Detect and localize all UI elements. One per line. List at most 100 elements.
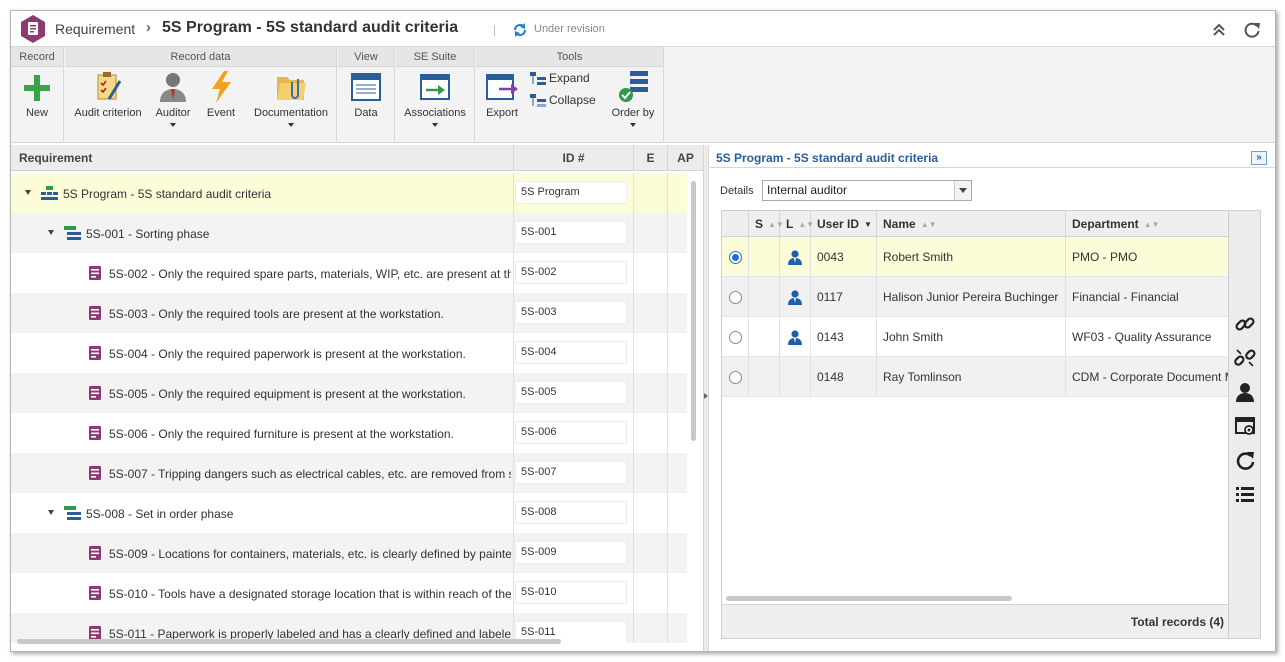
audit-criterion-icon: [97, 72, 122, 100]
horizontal-scrollbar[interactable]: [17, 639, 561, 644]
order-by-icon: [619, 71, 648, 102]
refresh-grid-icon[interactable]: [1234, 449, 1256, 471]
main-window: Requirement › 5S Program - 5S standard a…: [10, 10, 1276, 652]
cell-user-id: 0117: [811, 277, 877, 317]
tree-row[interactable]: 5S-009 - Locations for containers, mater…: [11, 533, 687, 573]
view-record-icon[interactable]: [1234, 415, 1256, 437]
page-title: 5S Program - 5S standard audit criteria: [162, 19, 459, 36]
details-panel-title: 5S Program - 5S standard audit criteria: [716, 151, 939, 165]
tree-row[interactable]: 5S-003 - Only the required tools are pre…: [11, 293, 687, 333]
row-radio-button[interactable]: [729, 291, 742, 304]
column-name-label: Name: [883, 217, 916, 231]
cell-l: [780, 317, 811, 357]
tree-row-label: 5S-003 - Only the required tools are pre…: [109, 307, 444, 321]
expand-toggle-icon[interactable]: [48, 510, 54, 515]
tree-row-label: 5S-001 - Sorting phase: [86, 227, 210, 241]
column-header-name[interactable]: Name ▲▼: [877, 211, 1066, 237]
tree-row[interactable]: 5S Program - 5S standard audit criteria 5…: [11, 173, 687, 213]
column-header-requirement[interactable]: Requirement: [19, 145, 92, 171]
group-title-view: View: [338, 47, 394, 67]
cell-user-id: 0148: [811, 357, 877, 397]
export-button[interactable]: Export: [480, 69, 524, 119]
documentation-button[interactable]: Documentation: [251, 69, 331, 127]
column-user-id-label: User ID: [817, 217, 860, 231]
total-records: Total records (4): [1130, 615, 1224, 629]
associations-button[interactable]: Associations: [400, 69, 470, 127]
order-by-button[interactable]: Order by: [608, 69, 658, 127]
tree-row[interactable]: 5S-002 - Only the required spare parts, …: [11, 253, 687, 293]
tree-row[interactable]: 5S-005 - Only the required equipment is …: [11, 373, 687, 413]
column-header-l[interactable]: L ▲▼: [780, 211, 814, 237]
tree-row-id: 5S-008: [515, 501, 627, 524]
tree-row[interactable]: 5S-010 - Tools have a designated storage…: [11, 573, 687, 613]
column-department-label: Department: [1072, 217, 1139, 231]
breadcrumb-separator-icon: ›: [146, 19, 151, 36]
table-row[interactable]: 0143 John Smith WF03 - Quality Assurance: [722, 317, 1228, 357]
tree-row[interactable]: 5S-007 - Tripping dangers such as electr…: [11, 453, 687, 493]
tree-row[interactable]: 5S-006 - Only the required furniture is …: [11, 413, 687, 453]
title-underline: [710, 167, 1275, 168]
column-header-user-id[interactable]: User ID ▼: [811, 211, 877, 237]
audit-criterion-button[interactable]: Audit criterion: [71, 69, 145, 119]
row-radio-button[interactable]: [729, 331, 742, 344]
column-header-department[interactable]: Department ▲▼: [1066, 211, 1228, 237]
data-button[interactable]: Data: [344, 69, 388, 119]
auditor-label: Auditor: [155, 107, 191, 119]
panel-splitter[interactable]: [703, 145, 709, 651]
audit-criterion-label: Audit criterion: [74, 107, 142, 119]
tree-row-id: 5S-007: [515, 461, 627, 484]
expand-label: Expand: [549, 71, 590, 85]
auditor-person-icon: [160, 73, 186, 102]
details-select-value: Internal auditor: [767, 183, 848, 197]
grid-action-sidebar: [1229, 210, 1261, 639]
cell-l: [780, 277, 811, 317]
table-row[interactable]: 0043 Robert Smith PMO - PMO: [722, 237, 1228, 277]
column-header-ap[interactable]: AP: [667, 145, 703, 171]
tree-row[interactable]: 5S-001 - Sorting phase 5S-001: [11, 213, 687, 253]
auditor-button[interactable]: Auditor: [153, 69, 193, 127]
expand-button[interactable]: Expand: [530, 71, 590, 86]
new-button[interactable]: New: [15, 69, 59, 119]
table-row[interactable]: 0117 Halison Junior Pereira Buchinger Fina…: [722, 277, 1228, 317]
expand-toggle-icon[interactable]: [48, 230, 54, 235]
column-header-select: [722, 211, 749, 237]
table-row[interactable]: 0148 Ray Tomlinson CDM - Corporate Documen…: [722, 357, 1228, 397]
column-header-s[interactable]: S ▲▼: [749, 211, 784, 237]
associations-label: Associations: [404, 107, 466, 119]
list-icon[interactable]: [1234, 483, 1256, 505]
event-button[interactable]: Event: [201, 69, 241, 119]
row-radio-button[interactable]: [729, 251, 742, 264]
collapse-button[interactable]: Collapse: [530, 93, 596, 108]
data-sheet-icon: [351, 73, 381, 101]
title-bar: Requirement › 5S Program - 5S standard a…: [11, 11, 1275, 47]
column-header-e[interactable]: E: [633, 145, 667, 171]
sort-icon: ▲▼: [920, 219, 937, 229]
title-divider: |: [493, 23, 497, 37]
cell-name: Ray Tomlinson: [877, 357, 1066, 397]
tree-row[interactable]: 5S-008 - Set in order phase 5S-008: [11, 493, 687, 533]
tree-row-label: 5S-007 - Tripping dangers such as electr…: [109, 467, 511, 481]
tree-row-label: 5S-008 - Set in order phase: [86, 507, 234, 521]
refresh-icon[interactable]: [1242, 20, 1262, 40]
breadcrumb[interactable]: Requirement: [55, 21, 135, 37]
row-radio-button[interactable]: [729, 371, 742, 384]
link-icon[interactable]: [1234, 313, 1256, 335]
ribbon-toolbar: Record New Record data Audit criterion A…: [11, 47, 1275, 143]
documentation-dropdown-icon: [288, 123, 294, 127]
cell-name: Halison Junior Pereira Buchinger: [877, 277, 1066, 317]
data-label: Data: [354, 107, 378, 119]
expand-toggle-icon[interactable]: [25, 190, 31, 195]
details-select[interactable]: Internal auditor: [762, 180, 972, 201]
collapse-panel-icon[interactable]: »: [1251, 151, 1267, 165]
cell-user-id: 0143: [811, 317, 877, 357]
new-button-label: New: [25, 107, 48, 119]
collapse-up-icon[interactable]: [1209, 20, 1229, 40]
grid-horizontal-scrollbar[interactable]: [726, 596, 1012, 601]
column-header-id[interactable]: ID #: [513, 145, 633, 171]
tree-row[interactable]: 5S-004 - Only the required paperwork is …: [11, 333, 687, 373]
unlink-icon[interactable]: [1234, 347, 1256, 369]
cell-name: Robert Smith: [877, 237, 1066, 277]
vertical-scrollbar[interactable]: [691, 181, 696, 441]
event-label: Event: [206, 107, 236, 119]
user-icon[interactable]: [1234, 381, 1256, 403]
